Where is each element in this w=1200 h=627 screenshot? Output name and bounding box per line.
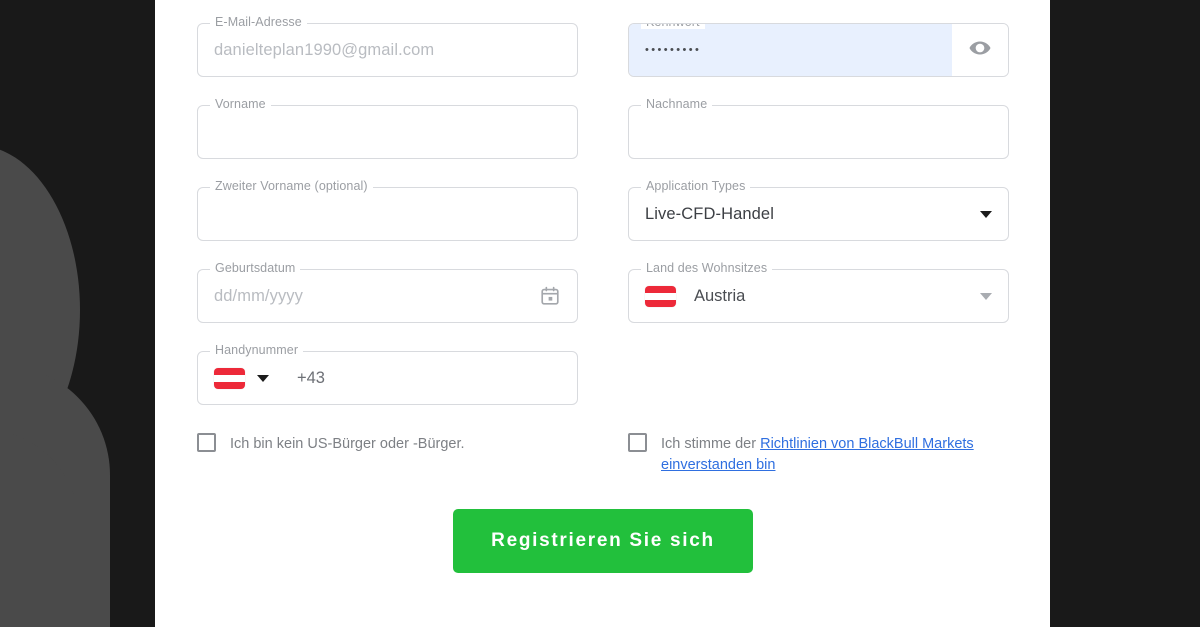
eye-icon	[968, 36, 992, 65]
birth-date-label: Geburtsdatum	[210, 262, 301, 275]
form-row-middle-application: Zweiter Vorname (optional) Application T…	[197, 180, 1009, 241]
birth-date-placeholder: dd/mm/yyyy	[214, 286, 304, 305]
register-button[interactable]: Registrieren Sie sich	[453, 509, 753, 573]
phone-dial-code: +43	[297, 368, 325, 387]
last-name-label: Nachname	[641, 98, 713, 111]
submit-row: Registrieren Sie sich	[197, 509, 1009, 573]
password-visibility-toggle[interactable]	[952, 24, 1008, 76]
consent-row: Ich bin kein US-Bürger oder -Bürger. Ich…	[197, 433, 1009, 476]
phone-field-group: Handynummer +43	[197, 344, 578, 405]
calendar-icon[interactable]	[539, 285, 561, 307]
email-value: danielteplan1990@gmail.com	[214, 40, 435, 59]
middle-name-field-group: Zweiter Vorname (optional)	[197, 180, 578, 241]
password-value: •••••••••	[645, 44, 702, 56]
email-label: E-Mail-Adresse	[210, 16, 307, 29]
email-field-group: E-Mail-Adresse danielteplan1990@gmail.co…	[197, 16, 578, 77]
country-value: Austria	[694, 286, 746, 305]
terms-checkbox[interactable]	[628, 433, 647, 452]
middle-name-input[interactable]: Zweiter Vorname (optional)	[197, 180, 578, 241]
birth-date-input[interactable]: Geburtsdatum dd/mm/yyyy	[197, 262, 578, 323]
form-row-credentials: E-Mail-Adresse danielteplan1990@gmail.co…	[197, 16, 1009, 77]
first-name-label: Vorname	[210, 98, 271, 111]
us-citizen-checkbox[interactable]	[197, 433, 216, 452]
first-name-input[interactable]: Vorname	[197, 98, 578, 159]
country-label: Land des Wohnsitzes	[641, 262, 773, 275]
password-input[interactable]: Kennwort •••••••••	[628, 23, 1009, 77]
registration-panel: E-Mail-Adresse danielteplan1990@gmail.co…	[155, 0, 1050, 627]
terms-checkbox-group[interactable]: Ich stimme der Richtlinien von BlackBull…	[628, 433, 1009, 476]
us-citizen-checkbox-group[interactable]: Ich bin kein US-Bürger oder -Bürger.	[197, 433, 578, 476]
birth-date-field-group: Geburtsdatum dd/mm/yyyy	[197, 262, 578, 323]
us-citizen-label: Ich bin kein US-Bürger oder -Bürger.	[230, 436, 465, 452]
application-type-value: Live-CFD-Handel	[645, 204, 774, 223]
chevron-down-icon[interactable]	[980, 210, 992, 218]
middle-name-label: Zweiter Vorname (optional)	[210, 180, 373, 193]
password-label: Kennwort	[641, 24, 705, 29]
application-type-field-group: Application Types Live-CFD-Handel	[628, 180, 1009, 241]
form-row-birth-country: Geburtsdatum dd/mm/yyyy Land des Wohnsit…	[197, 262, 1009, 323]
terms-prefix: Ich stimme der	[661, 436, 761, 452]
form-row-names: Vorname Nachname	[197, 98, 1009, 159]
phone-input-content: +43	[214, 367, 561, 389]
password-input-area[interactable]: •••••••••	[629, 24, 952, 76]
last-name-input[interactable]: Nachname	[628, 98, 1009, 159]
country-select-content: Austria	[645, 285, 992, 307]
registration-form: E-Mail-Adresse danielteplan1990@gmail.co…	[197, 0, 1009, 573]
application-type-label: Application Types	[641, 180, 751, 193]
country-select[interactable]: Land des Wohnsitzes Austria	[628, 262, 1009, 323]
phone-row-spacer	[628, 351, 1009, 405]
password-field-group: Kennwort •••••••••	[628, 23, 1009, 77]
austria-flag-icon	[645, 285, 676, 307]
terms-label: Ich stimme der Richtlinien von BlackBull…	[661, 433, 1009, 476]
country-field-group: Land des Wohnsitzes Austria	[628, 262, 1009, 323]
first-name-field-group: Vorname	[197, 98, 578, 159]
phone-input[interactable]: Handynummer +43	[197, 344, 578, 405]
austria-flag-icon[interactable]	[214, 367, 245, 389]
chevron-down-icon[interactable]	[257, 374, 269, 382]
application-type-select[interactable]: Application Types Live-CFD-Handel	[628, 180, 1009, 241]
chevron-down-icon[interactable]	[980, 292, 992, 300]
phone-label: Handynummer	[210, 344, 304, 357]
last-name-field-group: Nachname	[628, 98, 1009, 159]
form-row-phone: Handynummer +43	[197, 344, 1009, 405]
email-input[interactable]: E-Mail-Adresse danielteplan1990@gmail.co…	[197, 16, 578, 77]
